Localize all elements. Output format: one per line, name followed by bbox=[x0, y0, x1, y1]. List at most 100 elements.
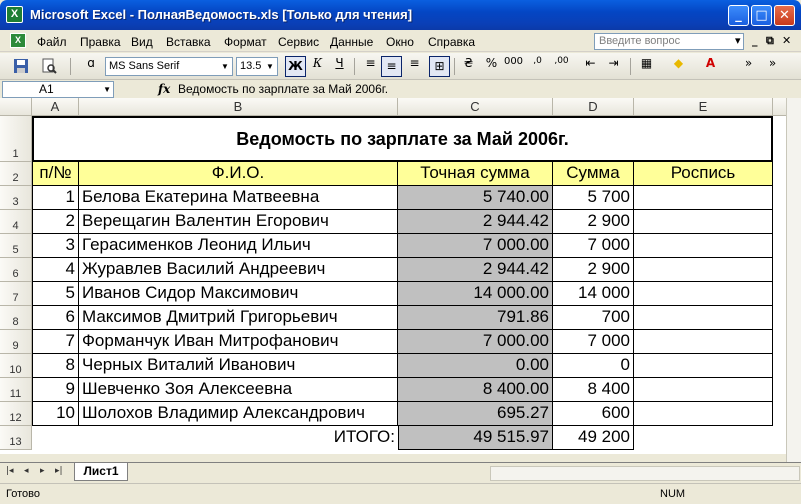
workbook-icon[interactable]: X bbox=[10, 33, 26, 48]
italic-button[interactable]: К bbox=[307, 56, 328, 77]
cell-number[interactable]: 9 bbox=[32, 378, 79, 402]
chevron-down-icon[interactable]: ▼ bbox=[264, 59, 276, 74]
row-header[interactable]: 5 bbox=[0, 234, 32, 258]
row-header[interactable]: 4 bbox=[0, 210, 32, 234]
font-color-icon[interactable]: A bbox=[700, 56, 721, 77]
menu-insert[interactable]: Вставка bbox=[166, 35, 211, 49]
menu-view[interactable]: Вид bbox=[131, 35, 153, 49]
worksheet-grid[interactable]: A B C D E 1 2 3 4 5 6 7 8 9 10 11 12 13 … bbox=[0, 98, 801, 454]
print-preview-icon[interactable] bbox=[38, 56, 59, 77]
cell-exact-sum[interactable]: 14 000.00 bbox=[398, 282, 553, 306]
increase-indent-icon[interactable]: ⇥ bbox=[603, 56, 624, 77]
cell-sum[interactable]: 7 000 bbox=[553, 330, 634, 354]
save-icon[interactable] bbox=[10, 56, 31, 77]
maximize-button[interactable]: □ bbox=[751, 5, 772, 26]
row-header[interactable]: 3 bbox=[0, 186, 32, 210]
cell-signature[interactable] bbox=[634, 186, 773, 210]
cell-number[interactable]: 7 bbox=[32, 330, 79, 354]
toolbar-more-icon[interactable]: » bbox=[762, 56, 783, 77]
row-header[interactable]: 7 bbox=[0, 282, 32, 306]
cell-name[interactable]: Герасименков Леонид Ильич bbox=[79, 234, 398, 258]
cell-name[interactable]: Черных Виталий Иванович bbox=[79, 354, 398, 378]
workbook-restore-button[interactable]: ⧉ bbox=[766, 34, 774, 48]
column-header-d[interactable]: D bbox=[553, 98, 634, 116]
help-question-input[interactable]: Введите вопрос bbox=[594, 33, 744, 50]
horizontal-scrollbar[interactable] bbox=[490, 466, 800, 481]
menu-help[interactable]: Справка bbox=[428, 35, 475, 49]
cell-exact-sum[interactable]: 0.00 bbox=[398, 354, 553, 378]
row-header[interactable]: 13 bbox=[0, 426, 32, 450]
cell-signature[interactable] bbox=[634, 306, 773, 330]
cell-number[interactable]: 5 bbox=[32, 282, 79, 306]
last-sheet-icon[interactable]: ▸| bbox=[55, 466, 63, 476]
row-header[interactable]: 12 bbox=[0, 402, 32, 426]
cell-signature[interactable] bbox=[634, 378, 773, 402]
total-sum-cell[interactable]: 49 200 bbox=[553, 426, 634, 450]
cell-sum[interactable]: 2 900 bbox=[553, 210, 634, 234]
menu-file[interactable]: Файл bbox=[37, 35, 67, 49]
cell-signature[interactable] bbox=[634, 330, 773, 354]
cell-sum[interactable]: 14 000 bbox=[553, 282, 634, 306]
next-sheet-icon[interactable]: ▸ bbox=[40, 466, 45, 476]
thousands-separator-button[interactable]: 000 bbox=[503, 56, 524, 77]
cell-number[interactable]: 8 bbox=[32, 354, 79, 378]
cell-signature[interactable] bbox=[634, 234, 773, 258]
row-header[interactable]: 9 bbox=[0, 330, 32, 354]
cell-name[interactable]: Иванов Сидор Максимович bbox=[79, 282, 398, 306]
excel-icon[interactable]: X bbox=[6, 6, 23, 23]
font-name-select[interactable]: MS Sans Serif ▼ bbox=[105, 57, 233, 76]
cell-number[interactable]: 1 bbox=[32, 186, 79, 210]
cell-name[interactable]: Журавлев Василий Андреевич bbox=[79, 258, 398, 282]
row-header[interactable]: 8 bbox=[0, 306, 32, 330]
header-cell-exact-sum[interactable]: Точная сумма bbox=[398, 162, 553, 186]
select-all-corner[interactable] bbox=[0, 98, 32, 116]
formula-input[interactable]: Ведомость по зарплате за Май 2006г. bbox=[178, 82, 388, 96]
toolbar-options-icon[interactable]: » bbox=[738, 56, 759, 77]
borders-icon[interactable]: ▦ bbox=[636, 56, 657, 77]
menu-window[interactable]: Окно bbox=[386, 35, 414, 49]
column-header-c[interactable]: C bbox=[398, 98, 553, 116]
close-button[interactable]: ✕ bbox=[774, 5, 795, 26]
decrease-indent-icon[interactable]: ⇤ bbox=[580, 56, 601, 77]
cell-sum[interactable]: 8 400 bbox=[553, 378, 634, 402]
cell-sum[interactable]: 7 000 bbox=[553, 234, 634, 258]
cell-exact-sum[interactable]: 695.27 bbox=[398, 402, 553, 426]
cell-exact-sum[interactable]: 5 740.00 bbox=[398, 186, 553, 210]
cell-sum[interactable]: 700 bbox=[553, 306, 634, 330]
cell-number[interactable]: 4 bbox=[32, 258, 79, 282]
fill-color-icon[interactable]: ◆ bbox=[668, 56, 689, 77]
cell-name[interactable]: Белова Екатерина Матвеевна bbox=[79, 186, 398, 210]
column-header-e[interactable]: E bbox=[634, 98, 773, 116]
currency-icon[interactable]: ₴ bbox=[458, 56, 479, 77]
cell-exact-sum[interactable]: 2 944.42 bbox=[398, 258, 553, 282]
menu-tools[interactable]: Сервис bbox=[278, 35, 319, 49]
merge-center-icon[interactable]: ⊞ bbox=[429, 56, 450, 77]
cell-number[interactable]: 3 bbox=[32, 234, 79, 258]
cell-name[interactable]: Шолохов Владимир Александрович bbox=[79, 402, 398, 426]
first-sheet-icon[interactable]: |◂ bbox=[6, 466, 14, 476]
header-cell-sum[interactable]: Сумма bbox=[553, 162, 634, 186]
row-header[interactable]: 1 bbox=[0, 116, 32, 162]
menu-data[interactable]: Данные bbox=[330, 35, 373, 49]
name-box[interactable]: A1 ▼ bbox=[2, 81, 114, 98]
prev-sheet-icon[interactable]: ◂ bbox=[24, 466, 29, 476]
sheet-tab-list1[interactable]: Лист1 bbox=[74, 463, 128, 481]
cell-signature[interactable] bbox=[634, 210, 773, 234]
cell-sum[interactable]: 600 bbox=[553, 402, 634, 426]
row-header[interactable]: 11 bbox=[0, 378, 32, 402]
cell-sum[interactable]: 2 900 bbox=[553, 258, 634, 282]
help-dropdown-icon[interactable]: ▾ bbox=[735, 34, 741, 47]
row-header[interactable]: 10 bbox=[0, 354, 32, 378]
cell-exact-sum[interactable]: 7 000.00 bbox=[398, 234, 553, 258]
cell-signature[interactable] bbox=[634, 282, 773, 306]
cell-number[interactable]: 10 bbox=[32, 402, 79, 426]
cell-sum[interactable]: 0 bbox=[553, 354, 634, 378]
cell-number[interactable]: 2 bbox=[32, 210, 79, 234]
header-cell-name[interactable]: Ф.И.О. bbox=[79, 162, 398, 186]
sheet-title-cell[interactable]: Ведомость по зарплате за Май 2006г. bbox=[32, 116, 773, 162]
workbook-minimize-button[interactable]: _ bbox=[752, 34, 758, 47]
cell-signature[interactable] bbox=[634, 258, 773, 282]
minimize-button[interactable]: _ bbox=[728, 5, 749, 26]
row-header[interactable]: 2 bbox=[0, 162, 32, 186]
cell-exact-sum[interactable]: 791.86 bbox=[398, 306, 553, 330]
